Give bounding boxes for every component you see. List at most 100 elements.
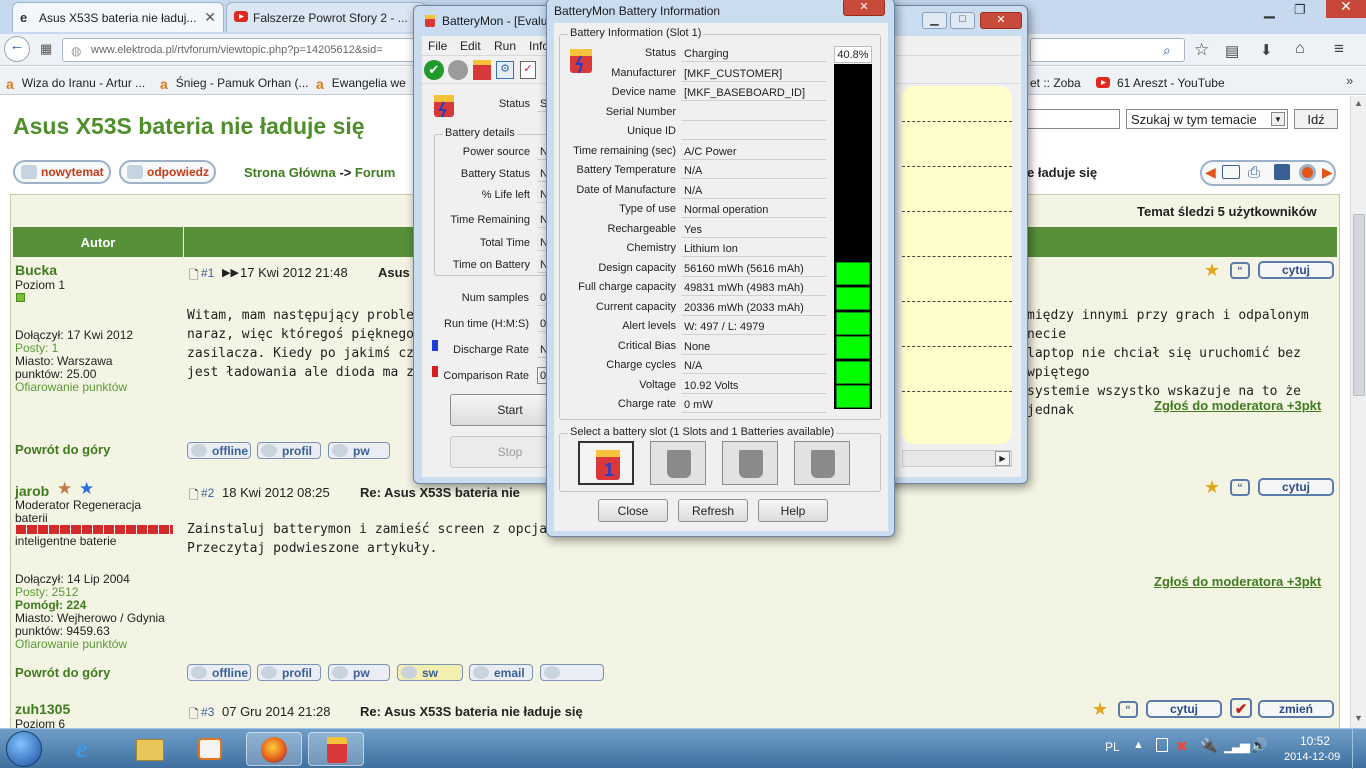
bookmarks-overflow-icon[interactable]: » <box>1346 73 1353 88</box>
go-button[interactable]: Idź <box>1294 109 1338 129</box>
mail-icon[interactable] <box>1222 165 1240 179</box>
language-indicator[interactable]: PL <box>1105 740 1120 754</box>
help-button[interactable]: Help <box>758 499 828 522</box>
reply-button[interactable]: odpowiedz <box>119 160 216 184</box>
edit-button[interactable]: zmień <box>1258 700 1334 718</box>
minimize-icon[interactable]: ▁ <box>1264 2 1275 19</box>
username[interactable]: Bucka <box>15 262 57 278</box>
gift-points-link[interactable]: Ofiarowanie punktów <box>15 380 127 394</box>
offline-button[interactable]: offline <box>187 664 251 681</box>
dialog-close-icon[interactable]: ✕ <box>843 0 885 16</box>
battery-slot-1[interactable]: 1 <box>578 441 634 485</box>
username[interactable]: zuh1305 <box>15 701 70 717</box>
battery-slot-2[interactable] <box>650 441 706 485</box>
start-check-icon[interactable]: ✔ <box>424 60 444 80</box>
reading-list-icon[interactable]: ▤ <box>1225 42 1239 60</box>
home-icon[interactable]: ⌂ <box>1295 40 1305 58</box>
url-bar[interactable]: ◍ www.elektroda.pl/rtvforum/viewtopic.ph… <box>62 38 417 62</box>
back-to-top-link[interactable]: Powrót do góry <box>15 442 110 457</box>
report-link[interactable]: Zgłoś do moderatora +3pkt <box>1154 574 1321 589</box>
tab-asus-topic[interactable]: e Asus X53S bateria nie ładuj... ✕ <box>12 2 224 32</box>
menu-file[interactable]: File <box>428 39 447 53</box>
next-arrow-icon[interactable]: ▶ <box>1322 164 1333 181</box>
post-number[interactable]: #2 <box>201 486 214 500</box>
quote-marks-icon[interactable]: “ <box>1118 701 1138 718</box>
tray-power-icon[interactable]: 🔌 <box>1200 737 1217 754</box>
battery-slot-4[interactable] <box>794 441 850 485</box>
star-icon[interactable]: ★ <box>1092 699 1108 720</box>
save-icon[interactable] <box>1274 164 1290 180</box>
bookmark-zoba[interactable]: et :: Zoba <box>1030 76 1081 90</box>
quote-button[interactable]: cytuj <box>1258 261 1334 279</box>
pm-button[interactable]: pw <box>328 442 390 459</box>
show-desktop-button[interactable] <box>1352 729 1366 769</box>
log-icon[interactable]: ✓ <box>520 61 536 79</box>
tab-falszerze[interactable]: Falszerze Powrot Sfory 2 - ... <box>226 2 426 32</box>
bookmark-snieg[interactable]: a Śnieg - Pamuk Orhan (... <box>160 76 309 92</box>
scroll-down-icon[interactable]: ▼ <box>1354 713 1363 723</box>
email-button[interactable]: email <box>469 664 533 681</box>
quote-marks-icon[interactable]: “ <box>1230 479 1250 496</box>
add-contact-button[interactable] <box>540 664 604 681</box>
pm-button[interactable]: pw <box>328 664 390 681</box>
back-icon[interactable]: ← <box>4 36 30 62</box>
graph-scrollbar[interactable]: ▶ <box>902 450 1012 467</box>
search-scope-select[interactable]: Szukaj w tym temacie ▼ <box>1126 109 1288 129</box>
scroll-up-icon[interactable]: ▲ <box>1354 98 1363 108</box>
profile-button[interactable]: profil <box>257 664 321 681</box>
download-icon[interactable]: ⬇ <box>1260 41 1273 59</box>
close-icon[interactable]: ✕ <box>980 12 1022 29</box>
maximize-icon[interactable]: □ <box>950 12 975 29</box>
menu-run[interactable]: Run <box>494 39 516 53</box>
checkmark-icon[interactable]: ✔ <box>1230 698 1252 718</box>
refresh-button[interactable]: Refresh <box>678 499 748 522</box>
prev-arrow-icon[interactable]: ◀ <box>1205 164 1216 181</box>
tray-arrow-icon[interactable]: ▲ <box>1133 739 1144 751</box>
settings-icon[interactable]: ⚙ <box>496 61 514 79</box>
battery-info-icon[interactable] <box>473 60 491 80</box>
page-scrollbar[interactable]: ▲ ▼ <box>1350 96 1366 728</box>
back-to-top-link[interactable]: Powrót do góry <box>15 665 110 680</box>
batterymon-taskbar-icon[interactable] <box>308 732 364 766</box>
report-link[interactable]: Zgłoś do moderatora +3pkt <box>1154 398 1321 413</box>
media-player-taskbar-icon[interactable] <box>182 732 238 766</box>
bookmark-ewangelia[interactable]: a Ewangelia we <box>316 76 406 92</box>
post-number[interactable]: #3 <box>201 705 214 719</box>
explorer-taskbar-icon[interactable] <box>122 732 178 766</box>
clock-date[interactable]: 2014-12-09 <box>1284 751 1340 763</box>
bookmark-areszt[interactable]: 61 Areszt - YouTube <box>1096 76 1225 90</box>
quote-marks-icon[interactable]: “ <box>1230 262 1250 279</box>
firefox-taskbar-icon[interactable] <box>246 732 302 766</box>
tray-volume-icon[interactable]: 🔊 <box>1250 737 1267 754</box>
gift-points-link[interactable]: Ofiarowanie punktów <box>15 637 127 651</box>
close-button[interactable]: Close <box>598 499 668 522</box>
post-number[interactable]: #1 <box>201 266 214 280</box>
bookmark-star-icon[interactable]: ☆ <box>1194 40 1209 60</box>
search-bar[interactable]: ⌕ <box>1030 38 1185 62</box>
print-icon[interactable]: ⎙ <box>1248 164 1260 181</box>
quote-button[interactable]: cytuj <box>1146 700 1222 718</box>
battery-slot-3[interactable] <box>722 441 778 485</box>
stop-icon[interactable] <box>448 60 468 80</box>
offline-button[interactable]: offline <box>187 442 251 459</box>
breadcrumb-forum[interactable]: Forum <box>355 165 395 180</box>
tab-grid-icon[interactable]: ▦ <box>40 41 52 57</box>
tray-warning-icon[interactable]: ✖ <box>1176 738 1188 755</box>
new-topic-button[interactable]: nowytemat <box>13 160 111 184</box>
search-icon[interactable]: ⌕ <box>1163 42 1171 59</box>
bookmark-iran[interactable]: a Wiza do Iranu - Artur ... <box>6 76 145 92</box>
tray-flag-icon[interactable] <box>1156 738 1168 752</box>
tray-network-icon[interactable]: ▁▃▅ <box>1224 738 1250 754</box>
restore-icon[interactable]: ❐ <box>1294 2 1306 18</box>
menu-icon[interactable]: ≡ <box>1334 39 1344 59</box>
clock-time[interactable]: 10:52 <box>1300 734 1330 748</box>
forum-search-input[interactable] <box>1018 109 1120 129</box>
ie-taskbar-icon[interactable]: e <box>62 732 118 766</box>
browser-close-icon[interactable]: ✕ <box>1326 0 1366 18</box>
scroll-thumb[interactable] <box>1353 214 1365 396</box>
breadcrumb-home[interactable]: Strona Główna <box>244 165 336 180</box>
start-button-icon[interactable] <box>6 731 42 767</box>
profile-button[interactable]: profil <box>257 442 321 459</box>
sw-button[interactable]: sw <box>397 664 463 681</box>
star-icon[interactable]: ★ <box>1204 260 1220 281</box>
